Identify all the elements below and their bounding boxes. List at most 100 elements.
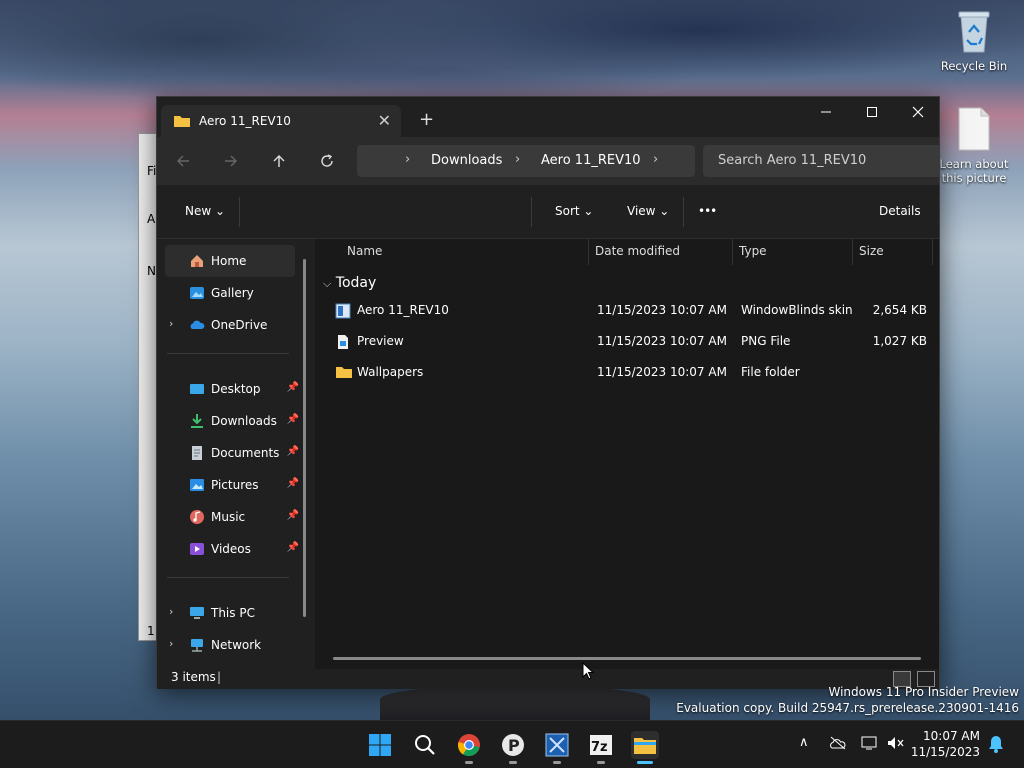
volume-muted-icon[interactable]: [887, 736, 905, 753]
search-button[interactable]: [411, 731, 439, 759]
p-app-button[interactable]: P: [499, 731, 527, 759]
divider: [683, 197, 684, 227]
up-button[interactable]: [265, 149, 293, 173]
divider: [167, 577, 289, 578]
notification-bell-icon[interactable]: [988, 735, 1004, 756]
png-file-icon: [335, 334, 351, 353]
chrome-button[interactable]: [455, 731, 483, 759]
bg-window-text: A: [147, 212, 156, 226]
nav-item-documents[interactable]: Documents 📌: [165, 437, 299, 469]
close-icon: [912, 106, 924, 118]
horizontal-scrollbar[interactable]: [333, 657, 921, 660]
cloud-icon: [189, 317, 205, 336]
wallpaper-clouds: [0, 0, 1024, 110]
nav-item-network[interactable]: › Network: [165, 629, 295, 661]
status-divider: |: [217, 670, 222, 684]
divider: [239, 197, 240, 227]
chevron-down-icon: ⌵: [323, 277, 332, 290]
nav-item-gallery[interactable]: Gallery: [165, 277, 295, 309]
pin-icon: 📌: [286, 542, 299, 553]
title-bar[interactable]: Aero 11_REV10 ✕ +: [157, 97, 939, 137]
new-button[interactable]: New ⌄: [185, 204, 225, 218]
tab-aero[interactable]: Aero 11_REV10 ✕: [161, 105, 401, 137]
clock-time: 10:07 AM: [923, 729, 980, 743]
file-row[interactable]: Wallpapers 11/15/2023 10:07 AM File fold…: [327, 359, 927, 387]
taskbar: P 7z ∧ 10:07 AM 11/15/2023: [0, 720, 1024, 768]
chevron-right-icon[interactable]: ›: [653, 152, 658, 167]
item-count: 3 items: [171, 670, 216, 684]
tab-title: Aero 11_REV10: [199, 114, 291, 128]
column-divider: [588, 239, 589, 265]
nav-item-downloads[interactable]: Downloads 📌: [165, 405, 299, 437]
7zip-button[interactable]: 7z: [587, 731, 615, 759]
chrome-icon: [457, 734, 480, 757]
details-pane-button[interactable]: Details: [879, 204, 921, 218]
column-header-type[interactable]: Type: [739, 244, 767, 258]
maximize-button[interactable]: [849, 97, 895, 127]
bg-window-text: Fi: [147, 164, 157, 178]
new-tab-button[interactable]: +: [419, 109, 434, 130]
column-header-date[interactable]: Date modified: [595, 244, 680, 258]
onedrive-offline-icon[interactable]: [829, 736, 847, 753]
breadcrumb-downloads[interactable]: Downloads: [431, 153, 502, 168]
home-icon: [189, 253, 205, 272]
nav-item-this-pc[interactable]: › This PC: [165, 597, 295, 629]
sort-button[interactable]: Sort ⌄: [555, 204, 593, 218]
desktop-icon-learn-picture[interactable]: Learn about this picture: [938, 106, 1010, 185]
nav-item-home[interactable]: Home: [165, 245, 295, 277]
forward-button[interactable]: [217, 149, 245, 173]
chevron-right-icon[interactable]: ›: [169, 605, 173, 618]
file-explorer-icon: [634, 738, 656, 754]
column-header-name[interactable]: Name: [347, 244, 382, 258]
pin-icon: 📌: [286, 382, 299, 393]
windowblinds-button[interactable]: [543, 731, 571, 759]
tab-close-button[interactable]: ✕: [378, 111, 391, 130]
nav-item-music[interactable]: Music 📌: [165, 501, 299, 533]
bg-window-text: N: [147, 264, 156, 278]
network-icon: [189, 637, 205, 656]
minimize-button[interactable]: [803, 97, 849, 127]
windowblinds-icon: [545, 733, 569, 757]
active-indicator: [637, 761, 653, 764]
close-button[interactable]: [895, 97, 941, 127]
running-indicator: [597, 761, 605, 764]
refresh-icon: [321, 154, 333, 167]
show-hidden-icons-icon[interactable]: ∧: [799, 735, 809, 750]
chevron-right-icon[interactable]: ›: [169, 637, 173, 650]
clock[interactable]: 10:07 AM 11/15/2023: [911, 728, 980, 760]
desktop-icon-recycle-bin[interactable]: Recycle Bin: [938, 8, 1010, 73]
navigation-pane: Home Gallery › OneDrive Desktop 📌 Downlo…: [157, 239, 315, 669]
breadcrumb-aero[interactable]: Aero 11_REV10: [541, 153, 641, 168]
column-divider: [852, 239, 853, 265]
nav-item-videos[interactable]: Videos 📌: [165, 533, 299, 565]
arrow-up-icon: [273, 155, 285, 167]
address-bar[interactable]: › Downloads › Aero 11_REV10 ›: [357, 145, 695, 177]
group-header-today[interactable]: ⌵ Today: [323, 275, 376, 291]
status-bar: 3 items |: [157, 669, 939, 689]
nav-item-onedrive[interactable]: › OneDrive: [165, 309, 295, 341]
file-explorer-button[interactable]: [631, 731, 659, 759]
svg-text:7z: 7z: [591, 740, 608, 755]
refresh-button[interactable]: [313, 149, 341, 173]
nav-scrollbar[interactable]: [303, 259, 306, 617]
nav-item-desktop[interactable]: Desktop 📌: [165, 373, 299, 405]
back-button[interactable]: [169, 149, 197, 173]
file-row[interactable]: Aero 11_REV10 11/15/2023 10:07 AM Window…: [327, 297, 927, 325]
column-header-size[interactable]: Size: [859, 244, 884, 258]
more-options-button[interactable]: •••: [698, 204, 717, 218]
view-button[interactable]: View ⌄: [627, 204, 669, 218]
file-name: Aero 11_REV10: [357, 303, 449, 317]
pin-icon: 📌: [286, 510, 299, 521]
file-date: 11/15/2023 10:07 AM: [597, 303, 727, 317]
wallpaper-rock: [380, 686, 650, 720]
divider: [531, 197, 532, 227]
start-button[interactable]: [366, 731, 394, 759]
maximize-icon: [867, 107, 877, 117]
network-status-icon[interactable]: [861, 736, 879, 753]
chevron-right-icon[interactable]: ›: [169, 317, 173, 330]
nav-item-pictures[interactable]: Pictures 📌: [165, 469, 299, 501]
file-type: PNG File: [741, 334, 791, 348]
search-box[interactable]: Search Aero 11_REV10: [703, 145, 939, 177]
windows-icon: [369, 734, 391, 756]
file-row[interactable]: Preview 11/15/2023 10:07 AM PNG File 1,0…: [327, 328, 927, 356]
